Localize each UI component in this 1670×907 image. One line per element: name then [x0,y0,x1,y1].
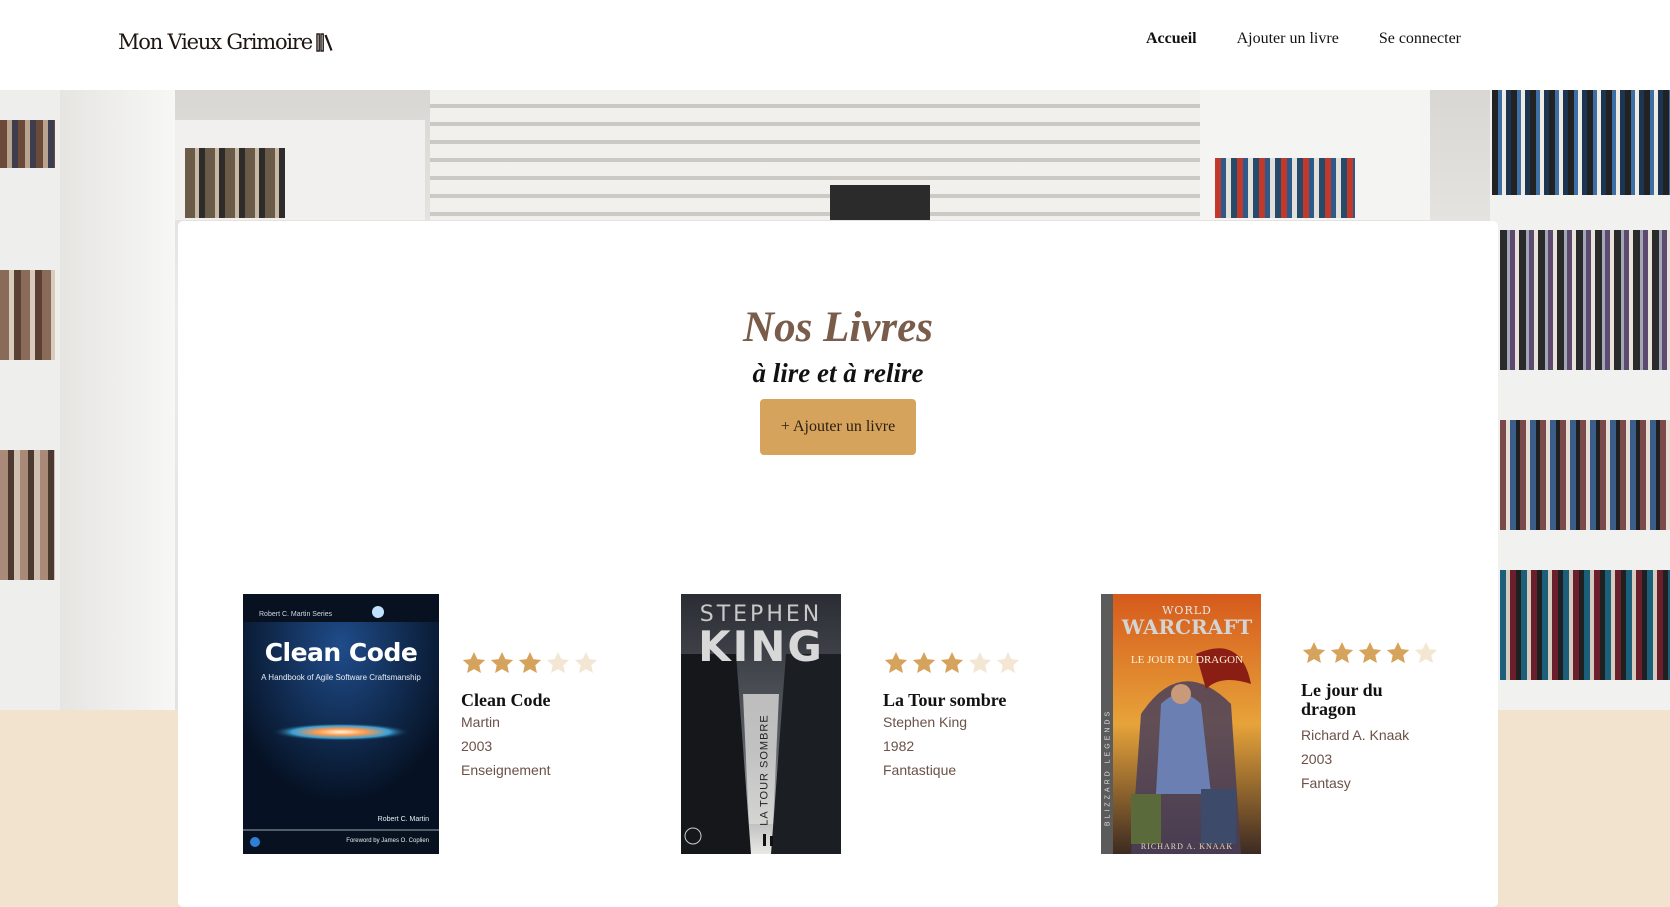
cover-series: Robert C. Martin Series [259,611,333,618]
banner-books [0,450,55,580]
star-icon [1358,641,1382,663]
banner-books [0,270,55,360]
books-card: Nos Livres à lire et à relire + Ajouter … [178,221,1498,907]
book-title[interactable]: Clean Code [461,691,599,710]
cover-foreword: Foreword by James O. Coplien [346,838,429,844]
cover-author: Robert C. Martin [377,816,429,823]
banner-books [1492,90,1670,195]
banner-books [1500,230,1670,370]
rating-stars [1301,640,1441,666]
star-icon [884,651,908,673]
banner-books [185,148,285,218]
nav-ajouter-livre[interactable]: Ajouter un livre [1237,30,1339,48]
star-icon [490,651,514,673]
star-icon [1386,641,1410,663]
banner-books [1215,158,1355,218]
star-icon [1414,641,1438,663]
book-year: 1982 [883,738,915,754]
book-card[interactable]: Robert C. Martin Series Clean Code A Han… [243,594,613,854]
star-icon [912,651,936,673]
rating-stars [883,650,1021,676]
cover-title: LE JOUR DU DRAGON [1130,654,1244,666]
book-cover[interactable]: Robert C. Martin Series Clean Code A Han… [243,594,439,854]
star-icon [462,651,486,673]
cover-author: RICHARD A. KNAAK [1140,842,1234,851]
main-nav: Accueil Ajouter un livre Se connecter [1146,30,1461,48]
star-icon [996,651,1020,673]
star-icon [968,651,992,673]
star-icon [518,651,542,673]
nav-accueil[interactable]: Accueil [1146,30,1197,48]
book-cover[interactable]: WORLD WARCRAFT LE JOUR DU DRAGON BLIZZAR… [1101,594,1261,854]
nav-se-connecter[interactable]: Se connecter [1379,30,1461,48]
book-title[interactable]: Le jour du dragon [1301,681,1441,719]
book-genre: Enseignement [461,762,551,778]
book-genre: Fantasy [1301,775,1351,791]
top-header: Mon Vieux Grimoire Accueil Ajouter un li… [0,0,1670,90]
page-subtitle: à lire et à relire [752,358,924,388]
star-icon [1302,641,1326,663]
cover-subtitle: A Handbook of Agile Software Craftsmansh… [261,673,421,682]
star-icon [546,651,570,673]
book-year: 2003 [1301,751,1333,767]
banner-books [1500,570,1670,680]
book-title[interactable]: La Tour sombre [883,691,1021,710]
star-icon [574,651,598,673]
page-title: Nos Livres [743,304,933,351]
books-icon [316,33,333,52]
cover-title: Clean Code [264,638,418,667]
banner-dark-furniture [830,185,930,220]
book-author: Richard A. Knaak [1301,727,1410,743]
star-icon [940,651,964,673]
book-card[interactable]: STEPHEN KING LA TOUR SOMBRE La Tour somb… [681,594,1051,854]
rating-stars [461,650,599,676]
book-year: 2003 [461,738,493,754]
book-genre: Fantastique [883,762,957,778]
logo-text: Mon Vieux Grimoire [118,30,313,54]
banner-books [0,120,55,168]
add-book-button[interactable]: + Ajouter un livre [760,399,916,455]
star-icon [1330,641,1354,663]
site-logo[interactable]: Mon Vieux Grimoire [118,30,334,54]
book-cover[interactable]: STEPHEN KING LA TOUR SOMBRE [681,594,841,854]
book-card[interactable]: WORLD WARCRAFT LE JOUR DU DRAGON BLIZZAR… [1101,594,1471,854]
book-author: Stephen King [883,714,968,730]
cover-side-text: BLIZZARD LEGENDS [1104,708,1112,827]
cover-spine-title: LA TOUR SOMBRE [758,714,771,826]
book-info: La Tour sombre Stephen King 1982 Fantast… [883,650,1021,782]
book-info: Clean Code Martin 2003 Enseignement [461,650,599,782]
clean-code-cover-art [243,594,439,854]
cover-author-main: KING [698,622,824,671]
banner-ceiling [430,90,1210,220]
banner-books [1500,420,1670,530]
banner-shelf [0,90,60,710]
book-info: Le jour du dragon Richard A. Knaak 2003 … [1301,640,1441,795]
book-author: Martin [461,714,500,730]
banner-shelf [60,90,175,710]
cover-brand-main: WARCRAFT [1121,615,1253,639]
